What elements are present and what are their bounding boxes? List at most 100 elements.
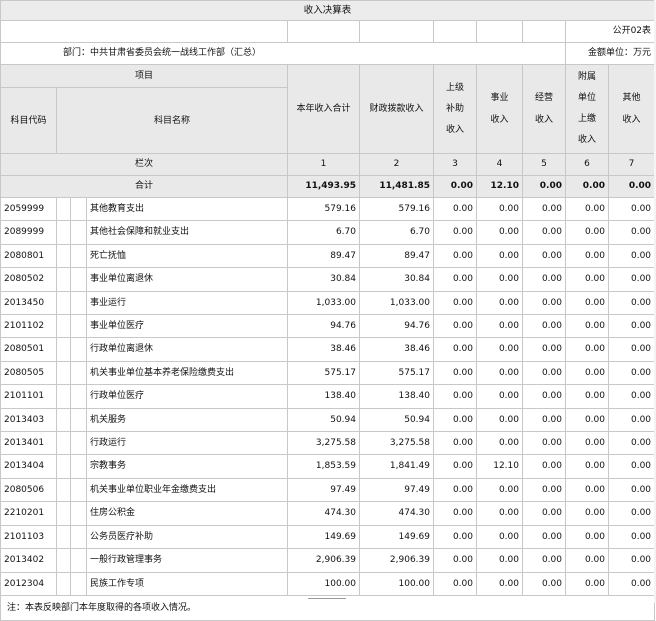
subject-code: 2080501 [0, 337, 57, 362]
table-row: 2101102 事业单位医疗 94.76 94.76 0.00 0.00 0.00 0.00 0… [0, 314, 656, 339]
amount-cell: 1,841.49 [359, 454, 434, 479]
header-superior: 上级补助收入 [433, 64, 477, 154]
amount-cell: 149.69 [359, 524, 434, 550]
amount-cell: 6.70 [287, 220, 360, 245]
subject-code: 2080505 [0, 360, 57, 386]
amount-cell: 0.00 [433, 548, 477, 573]
table-row: 2013401 行政运行 3,275.58 3,275.58 0.00 0.00 0.00 0… [0, 431, 656, 456]
income-final-accounts-sheet: 收入决算表 公开02表 部门：中共甘肃省委员会统一战线工作部（汇总） 金额单位：… [0, 0, 656, 621]
amount-cell: 0.00 [476, 314, 523, 339]
amount-cell: 0.00 [522, 524, 566, 550]
amount-cell: 474.30 [287, 501, 360, 526]
subject-spacer [56, 267, 71, 292]
amount-cell: 0.00 [565, 360, 609, 386]
amount-cell: 0.00 [565, 501, 609, 526]
amount-cell: 0.00 [607, 220, 656, 245]
amount-cell: 0.00 [565, 407, 609, 433]
amount-cell: 0.00 [433, 196, 477, 222]
amount-cell: 138.40 [359, 384, 434, 409]
amount-cell: 0.00 [565, 220, 609, 245]
amount-cell: 0.00 [607, 571, 656, 596]
total-label: 合计 [0, 175, 288, 198]
amount-cell: 0.00 [433, 314, 477, 339]
income-table: 收入决算表 公开02表 部门：中共甘肃省委员会统一战线工作部（汇总） 金额单位：… [0, 0, 656, 621]
amount-cell: 0.00 [607, 384, 656, 409]
amount-cell: 0.00 [433, 431, 477, 456]
subject-code: 2013450 [0, 290, 57, 316]
subject-name: 死亡抚恤 [86, 243, 288, 269]
header-item: 项目 [0, 64, 288, 88]
amount-cell: 0.00 [522, 220, 566, 245]
amount-cell: 0.00 [565, 243, 609, 269]
column-index-cell: 3 [433, 153, 477, 176]
amount-cell: 0.00 [522, 477, 566, 503]
subject-spacer [56, 477, 71, 503]
amount-cell: 0.00 [433, 243, 477, 269]
subject-code: 2101102 [0, 314, 57, 339]
amount-cell: 579.16 [359, 196, 434, 222]
subject-name: 行政单位医疗 [86, 384, 288, 409]
subject-name: 机关事业单位基本养老保险缴费支出 [86, 360, 288, 386]
subject-code: 2210201 [0, 501, 57, 526]
amount-cell: 0.00 [565, 524, 609, 550]
subject-spacer [56, 454, 71, 479]
data-rows: 2059999 其他教育支出 579.16 579.16 0.00 0.00 0.00 0.0… [0, 196, 656, 596]
subject-code: 2013403 [0, 407, 57, 433]
subject-spacer [56, 196, 71, 222]
subject-name: 机关事业单位职业年金缴费支出 [86, 477, 288, 503]
amount-cell: 0.00 [433, 337, 477, 362]
amount-cell: 0.00 [433, 290, 477, 316]
subject-name: 事业单位医疗 [86, 314, 288, 339]
table-row: 2210201 住房公积金 474.30 474.30 0.00 0.00 0.00 0.00… [0, 501, 656, 526]
amount-cell: 0.00 [607, 267, 656, 292]
subject-spacer [70, 407, 87, 433]
amount-cell: 0.00 [565, 548, 609, 573]
amount-cell: 0.00 [522, 337, 566, 362]
amount-cell: 0.00 [565, 384, 609, 409]
form-number: 公开02表 [564, 20, 656, 43]
subject-spacer [70, 454, 87, 479]
total-value-cell: 0.00 [522, 175, 566, 198]
header-code: 科目代码 [0, 87, 57, 154]
subject-spacer [70, 571, 87, 596]
amount-cell: 0.00 [433, 267, 477, 292]
subject-code: 2059999 [0, 196, 57, 222]
amount-cell: 0.00 [433, 220, 477, 245]
header-operating: 经营收入 [522, 64, 566, 154]
subject-name: 其他社会保障和就业支出 [86, 220, 288, 245]
amount-cell: 0.00 [476, 548, 523, 573]
amount-cell: 1,033.00 [287, 290, 360, 316]
column-index-cell: 1 [287, 153, 360, 176]
amount-cell: 0.00 [476, 243, 523, 269]
amount-cell: 0.00 [607, 431, 656, 456]
column-index-cell: 5 [522, 153, 566, 176]
amount-cell: 0.00 [522, 501, 566, 526]
amount-cell: 0.00 [476, 384, 523, 409]
subject-spacer [70, 384, 87, 409]
amount-cell: 0.00 [522, 267, 566, 292]
amount-cell: 138.40 [287, 384, 360, 409]
amount-cell: 0.00 [565, 196, 609, 222]
amount-cell: 474.30 [359, 501, 434, 526]
subject-spacer [70, 360, 87, 386]
subject-spacer [70, 243, 87, 269]
subject-spacer [56, 407, 71, 433]
subject-code: 2101103 [0, 524, 57, 550]
amount-cell: 575.17 [359, 360, 434, 386]
subject-spacer [56, 431, 71, 456]
amount-cell: 2,906.39 [359, 548, 434, 573]
subject-name: 住房公积金 [86, 501, 288, 526]
subject-spacer [70, 290, 87, 316]
table-row: 2013450 事业运行 1,033.00 1,033.00 0.00 0.00 0.00 0… [0, 290, 656, 316]
amount-cell: 0.00 [607, 524, 656, 550]
amount-cell: 0.00 [607, 243, 656, 269]
amount-cell: 0.00 [565, 314, 609, 339]
amount-cell: 38.46 [359, 337, 434, 362]
total-value-cell: 12.10 [476, 175, 523, 198]
subject-name: 宗教事务 [86, 454, 288, 479]
amount-cell: 0.00 [522, 431, 566, 456]
amount-cell: 0.00 [522, 290, 566, 316]
header-name: 科目名称 [56, 87, 288, 154]
subject-name: 行政运行 [86, 431, 288, 456]
header-business: 事业收入 [476, 64, 523, 154]
